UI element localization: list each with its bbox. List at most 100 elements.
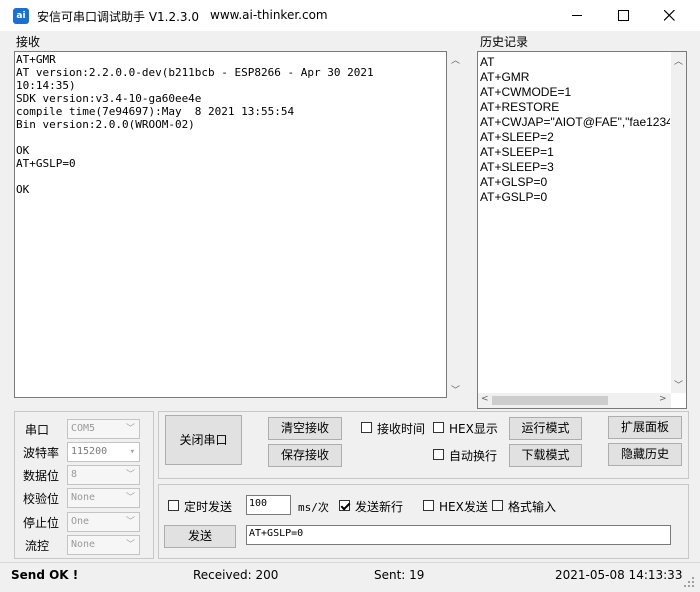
auto-wrap-checkbox[interactable] bbox=[433, 449, 444, 460]
history-item[interactable]: AT+CWJAP="AIOT@FAE","fae1234 bbox=[480, 115, 670, 130]
run-mode-button[interactable]: 运行模式 bbox=[509, 417, 582, 440]
history-item[interactable]: AT+GMR bbox=[480, 70, 670, 85]
status-message: Send OK ! bbox=[11, 568, 79, 582]
databits-select[interactable]: 8 ﹀ bbox=[67, 465, 140, 485]
send-button[interactable]: 发送 bbox=[164, 525, 236, 548]
receive-scrollbar[interactable]: ︿ ﹀ bbox=[447, 51, 464, 398]
receive-time-checkbox[interactable] bbox=[361, 422, 372, 433]
history-item[interactable]: AT+GLSP=0 bbox=[480, 175, 670, 190]
history-item[interactable]: AT+CWMODE=1 bbox=[480, 85, 670, 100]
flow-select[interactable]: None ﹀ bbox=[67, 535, 140, 555]
history-list: AT AT+GMR AT+CWMODE=1 AT+RESTORE AT+CWJAP="A… bbox=[480, 55, 670, 205]
status-datetime: 2021-05-08 14:13:33 bbox=[555, 568, 683, 582]
close-button[interactable] bbox=[646, 0, 692, 31]
flow-label: 流控 bbox=[25, 539, 50, 553]
history-scroll-up-icon[interactable]: ︿ bbox=[674, 54, 683, 67]
history-label: 历史记录 bbox=[480, 35, 529, 49]
history-scroll-right-icon[interactable]: > bbox=[659, 394, 667, 404]
timed-send-label: 定时发送 bbox=[184, 500, 233, 514]
stopbits-value: One bbox=[71, 516, 90, 527]
databits-label: 数据位 bbox=[23, 469, 60, 483]
resize-grip-icon[interactable] bbox=[682, 575, 696, 589]
hex-display-checkbox[interactable] bbox=[433, 422, 444, 433]
receive-line: AT+GSLP=0 bbox=[16, 157, 76, 170]
chevron-down-icon: ﹀ bbox=[125, 540, 135, 550]
receive-time-label: 接收时间 bbox=[377, 422, 426, 436]
chevron-down-icon: ﹀ bbox=[125, 470, 135, 480]
hex-send-label: HEX发送 bbox=[439, 500, 488, 514]
parity-select[interactable]: None ﹀ bbox=[67, 488, 140, 508]
close-icon bbox=[664, 10, 675, 21]
sent-count: Sent: 19 bbox=[374, 568, 425, 582]
format-input-label: 格式输入 bbox=[508, 500, 557, 514]
receive-line: OK bbox=[16, 183, 30, 196]
receive-line: AT version:2.2.0.0-dev(b211bcb - ESP8266… bbox=[16, 66, 374, 79]
parity-value: None bbox=[71, 492, 96, 503]
receive-content: AT+GMR AT version:2.2.0.0-dev(b211bcb - E… bbox=[16, 53, 431, 196]
app-logo-icon: ai bbox=[13, 8, 29, 24]
stopbits-select[interactable]: One ﹀ bbox=[67, 512, 140, 532]
send-newline-checkbox[interactable] bbox=[339, 500, 350, 511]
history-item[interactable]: AT+SLEEP=1 bbox=[480, 145, 670, 160]
port-select[interactable]: COM5 ﹀ bbox=[67, 419, 140, 439]
history-item[interactable]: AT+GSLP=0 bbox=[480, 190, 670, 205]
save-receive-button[interactable]: 保存接收 bbox=[268, 444, 342, 467]
history-item[interactable]: AT bbox=[480, 55, 670, 70]
receive-line: compile time(7e94697):May 8 2021 13:55:5… bbox=[16, 105, 295, 118]
receive-line: AT+GMR bbox=[16, 53, 56, 66]
receive-line: Bin version:2.0.0(WROOM-02) bbox=[16, 118, 195, 131]
history-scroll-down-icon[interactable]: ﹀ bbox=[674, 378, 683, 391]
receive-line bbox=[16, 131, 431, 144]
caret-down-icon: ▾ bbox=[129, 447, 135, 457]
close-port-button[interactable]: 关闭串口 bbox=[165, 415, 242, 465]
history-item[interactable]: AT+SLEEP=2 bbox=[480, 130, 670, 145]
receive-line bbox=[16, 170, 431, 183]
port-label: 串口 bbox=[25, 423, 50, 437]
history-hscrollbar[interactable]: < > bbox=[478, 393, 671, 408]
receive-line: 10:14:35) bbox=[16, 79, 76, 92]
auto-wrap-label: 自动换行 bbox=[449, 449, 498, 463]
chevron-down-icon: ﹀ bbox=[125, 424, 135, 434]
hex-display-label: HEX显示 bbox=[449, 422, 498, 436]
received-count: Received: 200 bbox=[193, 568, 279, 582]
port-value: COM5 bbox=[71, 423, 96, 434]
receive-line: OK bbox=[16, 144, 30, 157]
interval-unit-label: ms/次 bbox=[298, 501, 329, 514]
receive-line: SDK version:v3.4-10-ga60ee4e bbox=[16, 92, 202, 105]
website-url: www.ai-thinker.com bbox=[210, 8, 328, 22]
baud-value: 115200 bbox=[71, 446, 108, 457]
flow-value: None bbox=[71, 539, 96, 550]
minimize-button[interactable] bbox=[554, 0, 600, 31]
send-panel bbox=[158, 484, 689, 559]
timed-send-checkbox[interactable] bbox=[168, 500, 179, 511]
interval-input[interactable]: 100 bbox=[246, 495, 291, 515]
chevron-down-icon: ﹀ bbox=[125, 493, 135, 503]
parity-label: 校验位 bbox=[23, 492, 60, 506]
baud-label: 波特率 bbox=[23, 446, 60, 460]
send-text-input[interactable]: AT+GSLP=0 bbox=[246, 525, 671, 545]
send-newline-label: 发送新行 bbox=[355, 500, 404, 514]
minimize-icon bbox=[572, 15, 582, 16]
expand-panel-button[interactable]: 扩展面板 bbox=[608, 416, 682, 439]
history-vscrollbar[interactable]: ︿ ﹀ bbox=[671, 52, 686, 393]
history-item[interactable]: AT+RESTORE bbox=[480, 100, 670, 115]
stopbits-label: 停止位 bbox=[23, 516, 60, 530]
baud-select[interactable]: 115200 ▾ bbox=[67, 442, 140, 462]
download-mode-button[interactable]: 下载模式 bbox=[509, 444, 582, 467]
maximize-button[interactable] bbox=[600, 0, 646, 31]
scroll-up-icon[interactable]: ︿ bbox=[451, 53, 460, 66]
maximize-icon bbox=[618, 10, 629, 21]
receive-label: 接收 bbox=[16, 35, 41, 49]
title-bar: ai 安信可串口调试助手 V1.2.3.0 www.ai-thinker.com bbox=[0, 0, 700, 31]
format-input-checkbox[interactable] bbox=[492, 500, 503, 511]
history-item[interactable]: AT+SLEEP=3 bbox=[480, 160, 670, 175]
clear-receive-button[interactable]: 清空接收 bbox=[268, 417, 342, 440]
scroll-down-icon[interactable]: ﹀ bbox=[451, 383, 460, 396]
status-bar: Send OK ! Received: 200 Sent: 19 2021-05… bbox=[0, 562, 700, 591]
databits-value: 8 bbox=[71, 469, 78, 480]
window-title: 安信可串口调试助手 V1.2.3.0 bbox=[37, 10, 200, 24]
history-hscroll-thumb[interactable] bbox=[492, 396, 608, 405]
hide-history-button[interactable]: 隐藏历史 bbox=[608, 443, 682, 466]
history-scroll-left-icon[interactable]: < bbox=[481, 394, 489, 404]
hex-send-checkbox[interactable] bbox=[423, 500, 434, 511]
